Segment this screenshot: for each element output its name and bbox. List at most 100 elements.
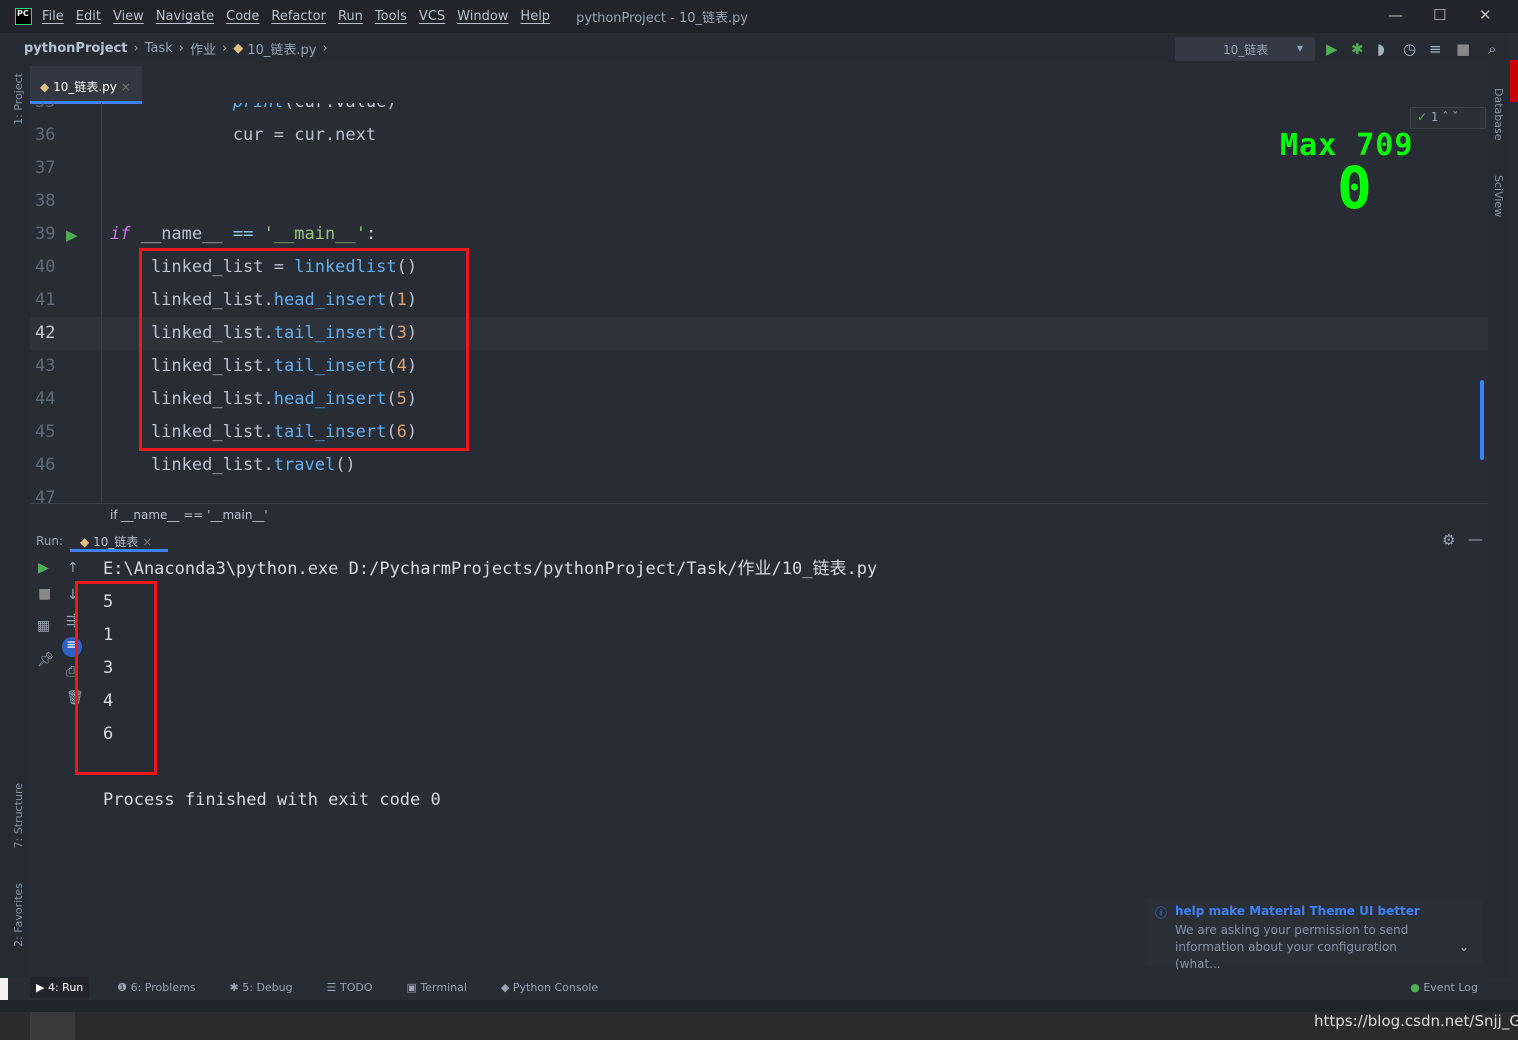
console-line: 5 <box>103 592 114 612</box>
tool-run[interactable]: ▶ 4: Run <box>30 976 90 998</box>
run-panel-header: Run: ◆ 10_链表 × ⚙ — <box>30 527 1488 553</box>
menu-run[interactable]: Run <box>338 9 363 24</box>
tool-todo-label: TODO <box>340 980 373 994</box>
database-tool-button[interactable]: Database <box>1492 88 1505 141</box>
menu-edit[interactable]: Edit <box>76 9 101 24</box>
sciview-tool-button[interactable]: SciView <box>1492 175 1505 217</box>
tool-python-console-label: Python Console <box>512 980 599 994</box>
console-line: E:\Anaconda3\python.exe D:/PycharmProjec… <box>103 559 878 579</box>
profile-icon[interactable]: ◷ <box>1403 40 1416 58</box>
notification-title[interactable]: help make Material Theme UI better <box>1175 904 1473 918</box>
tool-terminal-label: Terminal <box>420 980 467 994</box>
maximize-icon[interactable]: ☐ <box>1433 6 1446 24</box>
notification-balloon[interactable]: ⓘ help make Material Theme UI better We … <box>1145 898 1483 971</box>
menu-file[interactable]: File <box>42 9 64 24</box>
code-text: print(cur.value) <box>110 103 397 119</box>
menu-refactor[interactable]: Refactor <box>271 9 326 24</box>
code-line[interactable]: 47 <box>30 482 1488 503</box>
search-icon[interactable]: ⌕ <box>1488 40 1496 58</box>
chevron-down-icon: ▾ <box>1296 41 1303 55</box>
structure-tool-button[interactable]: 7: Structure <box>12 783 25 848</box>
status-bar <box>0 1000 1518 1012</box>
console-line: 3 <box>103 658 114 678</box>
editor-scrollbar[interactable] <box>1480 380 1484 460</box>
tool-python-console[interactable]: ◆ Python Console <box>495 977 604 998</box>
highlight-box-code <box>139 248 469 451</box>
tab-10-linked-list[interactable]: ◆ 10_链表.py × <box>30 66 142 104</box>
run-tab[interactable]: ◆ 10_链表 × <box>70 527 168 552</box>
concurrency-icon[interactable]: ≡ <box>1429 40 1442 58</box>
chevron-up-icon[interactable]: ˆ <box>1442 110 1448 124</box>
menu-vcs[interactable]: VCS <box>419 9 445 24</box>
menu-help[interactable]: Help <box>520 9 550 24</box>
close-icon[interactable]: ✕ <box>1479 6 1492 24</box>
arrow-up-icon[interactable]: ↑ <box>67 560 79 576</box>
minimize-icon[interactable]: — <box>1388 6 1403 24</box>
breadcrumb-folder[interactable]: 作业 <box>190 39 216 58</box>
inspection-count: 1 <box>1430 110 1439 124</box>
highlight-box-output <box>75 581 157 775</box>
tool-problems[interactable]: ❶ 6: Problems <box>111 977 201 998</box>
line-number: 38 <box>35 191 56 211</box>
editor-tabs <box>30 63 1488 103</box>
tool-debug[interactable]: ✱ 5: Debug <box>224 977 299 998</box>
code-line[interactable]: 38 <box>30 185 1488 218</box>
right-tool-strip: Database SciView <box>1488 63 1510 978</box>
line-number: 40 <box>35 257 56 277</box>
tool-todo[interactable]: ☰ TODO <box>321 977 379 998</box>
gear-icon[interactable]: ⚙ <box>1442 531 1455 549</box>
menu-window[interactable]: Window <box>457 9 508 24</box>
run-config-select[interactable]: 10_链表 ▾ <box>1175 37 1315 61</box>
menu-code[interactable]: Code <box>226 9 259 24</box>
console-line: 4 <box>103 691 114 711</box>
stop-icon[interactable]: ■ <box>38 586 51 602</box>
notification-body: We are asking your permission to send in… <box>1175 923 1409 971</box>
menu-navigate[interactable]: Navigate <box>156 9 214 24</box>
tool-terminal[interactable]: ▣ Terminal <box>401 977 473 998</box>
console-line: Process finished with exit code 0 <box>103 790 441 810</box>
code-line[interactable]: 46 linked_list.travel() <box>30 449 1488 482</box>
event-log-label: Event Log <box>1423 980 1478 994</box>
breadcrumb-file[interactable]: 10_链表.py <box>247 39 316 58</box>
code-line[interactable]: 37 <box>30 152 1488 185</box>
breadcrumb-project[interactable]: pythonProject <box>24 41 128 56</box>
debug-icon[interactable]: ✱ <box>1351 40 1364 58</box>
python-icon: ◆ <box>80 535 90 549</box>
tool-event-log[interactable]: ● Event Log <box>1410 981 1478 994</box>
minimize-panel-icon[interactable]: — <box>1468 530 1483 548</box>
menu-tools[interactable]: Tools <box>375 9 407 24</box>
python-file-icon: ◆ <box>233 40 244 56</box>
code-line[interactable]: 35 print(cur.value) <box>30 103 1488 119</box>
line-number: 37 <box>35 158 56 178</box>
rerun-icon[interactable]: ▶ <box>38 560 49 576</box>
chevron-down-icon[interactable]: ˇ <box>1452 110 1458 124</box>
code-line[interactable]: 39 if __name__ == '__main__': <box>30 218 1488 251</box>
close-tab-icon[interactable]: × <box>142 535 152 549</box>
run-tab-label: 10_链表 <box>93 535 139 549</box>
inspection-widget[interactable]: ✓ 1 ˆ ˇ <box>1410 107 1486 129</box>
tool-problems-label: 6: Problems <box>130 980 196 994</box>
code-line[interactable]: 36 cur = cur.next <box>30 119 1488 152</box>
code-breadcrumb[interactable]: if __name__ == '__main__' <box>30 503 1488 527</box>
left-tool-strip: 1: Project 7: Structure 2: Favorites <box>0 63 30 978</box>
pin-icon[interactable]: 📌︎ <box>37 652 55 668</box>
chevron-down-icon[interactable]: ⌄ <box>1459 940 1469 954</box>
coverage-icon[interactable]: ◗ <box>1377 40 1385 58</box>
run-gutter-icon[interactable]: ▶ <box>66 226 78 244</box>
console-output[interactable]: E:\Anaconda3\python.exe D:/PycharmProjec… <box>103 553 877 817</box>
run-icon[interactable]: ▶ <box>1326 40 1338 58</box>
menu-view[interactable]: View <box>113 9 144 24</box>
line-number: 41 <box>35 290 56 310</box>
breadcrumb-task[interactable]: Task <box>145 41 173 56</box>
pycharm-logo-icon: PC <box>15 8 32 25</box>
close-tab-icon[interactable]: × <box>121 80 131 94</box>
project-tool-button[interactable]: 1: Project <box>12 73 25 125</box>
code-text: if __name__ == '__main__': <box>110 224 377 244</box>
stop-icon[interactable]: ■ <box>1456 40 1470 58</box>
favorites-tool-button[interactable]: 2: Favorites <box>12 883 25 947</box>
line-number: 43 <box>35 356 56 376</box>
layout-icon[interactable]: ▦ <box>37 618 50 634</box>
pycharm-taskbar-icon[interactable] <box>30 1012 75 1040</box>
line-number: 35 <box>35 103 65 119</box>
